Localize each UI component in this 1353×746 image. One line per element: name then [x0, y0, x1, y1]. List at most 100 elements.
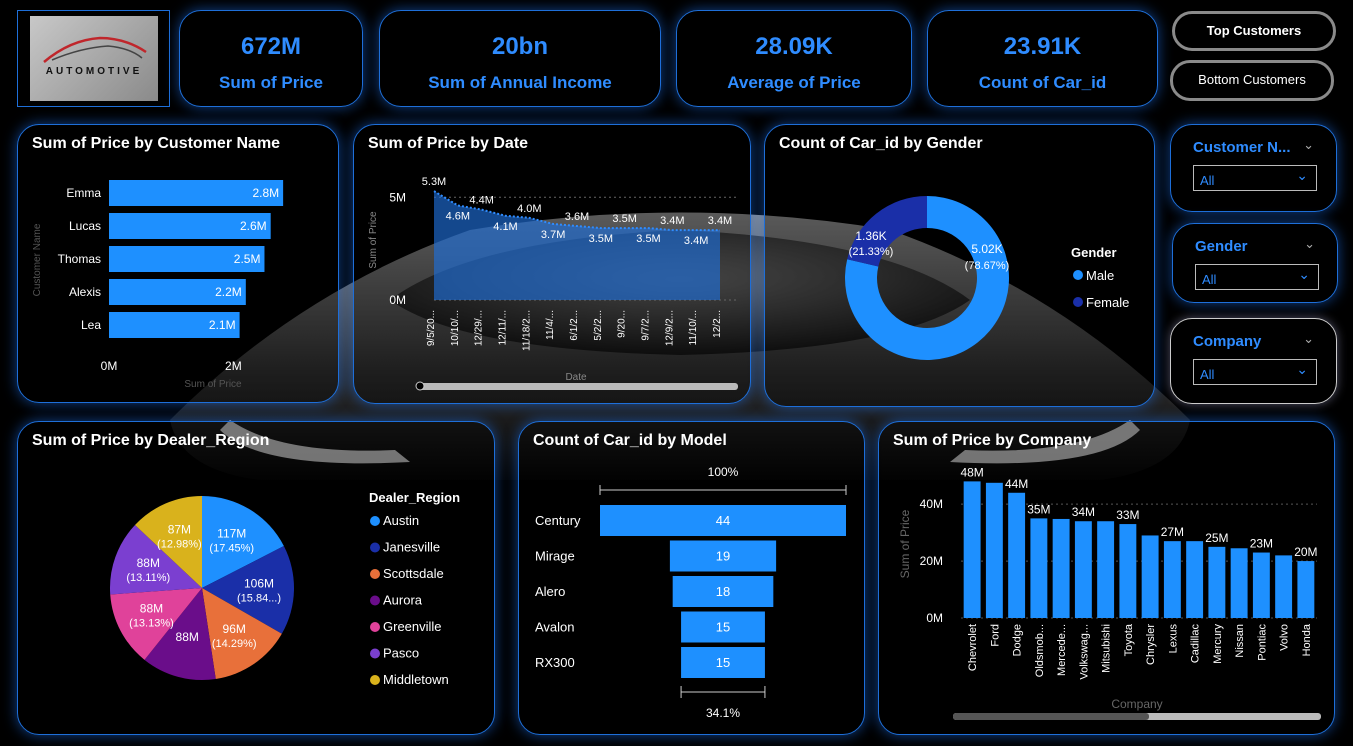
- slicer-customer-name[interactable]: Customer N... ⌄ All ⌄: [1170, 124, 1337, 212]
- data-label: (13.13%): [129, 617, 174, 629]
- legend-label: Male: [1086, 268, 1114, 283]
- x-tick-label: Chrysler: [1145, 624, 1157, 665]
- legend-label: Janesville: [383, 540, 440, 555]
- data-label: 96M: [223, 622, 246, 636]
- scrollbar: [418, 383, 738, 390]
- chart-card-model: Count of Car_id by Model 100% Century 44 Mi…: [518, 421, 865, 735]
- chevron-down-icon[interactable]: ⌄: [1296, 361, 1308, 378]
- y-tick-label: Alexis: [69, 285, 101, 299]
- bar: [1208, 546, 1226, 618]
- x-tick-label: 10/10/...: [450, 310, 461, 346]
- kpi-label: Count of Car_id: [978, 73, 1107, 92]
- x-tick-label: 12/11/...: [498, 310, 509, 345]
- bottom-percent-label: 34.1%: [706, 706, 740, 720]
- legend-marker: [370, 595, 380, 606]
- slicer-dropdown[interactable]: All ⌄: [1193, 359, 1317, 385]
- chart-card-gender: Count of Car_id by Gender 5.02K (78.67%) 1…: [764, 124, 1155, 407]
- car-logo-icon: [43, 36, 147, 63]
- bar: [1097, 521, 1115, 618]
- data-label: 88M: [176, 630, 199, 644]
- kpi-value: 23.91K: [1003, 33, 1082, 60]
- data-label: 35M: [1027, 502, 1050, 516]
- date-area-chart: 5M0M5.3M4.6M4.4M4.1M4.0M3.7M3.6M3.5M3.5M…: [368, 176, 739, 391]
- x-tick-label: 2M: [225, 359, 242, 373]
- bar: [1186, 541, 1204, 618]
- top-customers-button[interactable]: Top Customers: [1172, 11, 1336, 51]
- category-label: Century: [535, 513, 581, 528]
- category-label: Avalon: [535, 620, 575, 635]
- x-tick-label: Toyota: [1123, 623, 1135, 656]
- legend-title: Dealer_Region: [369, 490, 460, 505]
- x-axis-title: Sum of Price: [184, 379, 242, 390]
- slicer-dropdown[interactable]: All ⌄: [1193, 165, 1317, 191]
- data-label: 3.4M: [684, 235, 708, 247]
- x-tick-label: Chevrolet: [967, 624, 979, 671]
- bottom-customers-button[interactable]: Bottom Customers: [1170, 60, 1334, 101]
- kpi-card-count-of-car-id: 23.91K Count of Car_id: [927, 10, 1158, 107]
- chevron-down-icon[interactable]: ⌄: [1303, 331, 1314, 347]
- bar: [985, 482, 1003, 618]
- slicer-title: Gender: [1195, 238, 1248, 255]
- data-label: (15.84...): [237, 592, 281, 604]
- data-label: (12.98%): [157, 539, 202, 551]
- data-label: 2.2M: [215, 285, 242, 299]
- area-fill: [434, 191, 720, 300]
- x-tick-label: Oldsmob...: [1034, 624, 1046, 677]
- x-tick-label: Ford: [989, 624, 1001, 647]
- chevron-down-icon[interactable]: ⌄: [1304, 236, 1315, 252]
- bar: [1052, 518, 1070, 618]
- bar: [963, 481, 981, 618]
- top-bracket: [599, 485, 847, 495]
- data-label: 48M: [960, 465, 983, 479]
- x-tick-label: 11/10/...: [688, 310, 699, 345]
- data-label: (17.45%): [209, 542, 254, 554]
- x-tick-label: 12/29/...: [474, 310, 485, 346]
- data-label: 33M: [1116, 508, 1139, 522]
- x-tick-label: Volkswag...: [1078, 624, 1090, 680]
- slicer-title: Customer N...: [1193, 139, 1291, 156]
- data-label: 3.4M: [660, 215, 684, 227]
- chevron-down-icon[interactable]: ⌄: [1303, 137, 1314, 153]
- x-tick-label: Honda: [1301, 623, 1313, 656]
- kpi-value: 672M: [240, 33, 302, 60]
- legend-label: Scottsdale: [383, 566, 444, 581]
- data-label: 106M: [244, 576, 274, 590]
- y-axis-title: Customer Name: [32, 223, 43, 296]
- data-label: 15: [716, 655, 730, 670]
- data-label: 3.6M: [565, 211, 589, 223]
- legend-label: Middletown: [383, 672, 449, 687]
- legend-label: Greenville: [383, 619, 442, 634]
- top-percent-label: 100%: [708, 465, 739, 479]
- y-axis-title: Sum of Price: [898, 509, 912, 578]
- y-axis-title: Sum of Price: [368, 211, 379, 269]
- data-label: 2.1M: [209, 318, 236, 332]
- data-label: (14.29%): [212, 638, 257, 650]
- slicer-company[interactable]: Company ⌄ All ⌄: [1170, 318, 1337, 404]
- data-label: 19: [716, 549, 730, 564]
- slicer-dropdown[interactable]: All ⌄: [1195, 264, 1319, 290]
- legend-label: Pasco: [383, 646, 419, 661]
- legend-marker: [370, 516, 380, 526]
- data-label: 15: [716, 620, 730, 635]
- chart-card-dealer-region: Sum of Price by Dealer_Region 117M (17.45…: [17, 421, 495, 735]
- bar: [1230, 548, 1248, 618]
- scrollbar-thumb: [953, 713, 1149, 720]
- slicer-title: Company: [1193, 333, 1262, 350]
- chart-card-company: Sum of Price by Company 40M 20M 0M 48M Chevr…: [878, 421, 1335, 735]
- y-tick-label: 20M: [920, 554, 943, 568]
- category-label: Mirage: [535, 549, 575, 564]
- customer-bar-chart: Emma 2.8M Lucas 2.6M Thomas 2.5M Alexis 2.2M Lea…: [32, 180, 284, 390]
- data-label: 3.5M: [589, 233, 613, 245]
- legend-marker: [370, 569, 380, 579]
- legend-marker: [1073, 270, 1083, 280]
- data-label: 4.4M: [469, 195, 493, 207]
- chevron-down-icon[interactable]: ⌄: [1296, 167, 1308, 184]
- x-tick-label: Volvo: [1279, 624, 1291, 651]
- kpi-value: 20bn: [491, 33, 548, 60]
- chevron-down-icon[interactable]: ⌄: [1298, 266, 1310, 283]
- data-label: 18: [716, 584, 730, 599]
- slicer-gender[interactable]: Gender ⌄ All ⌄: [1172, 223, 1338, 303]
- x-tick-label: 0M: [101, 359, 118, 373]
- x-tick-label: 6/1/2...: [569, 310, 580, 341]
- data-label: 3.5M: [636, 233, 660, 245]
